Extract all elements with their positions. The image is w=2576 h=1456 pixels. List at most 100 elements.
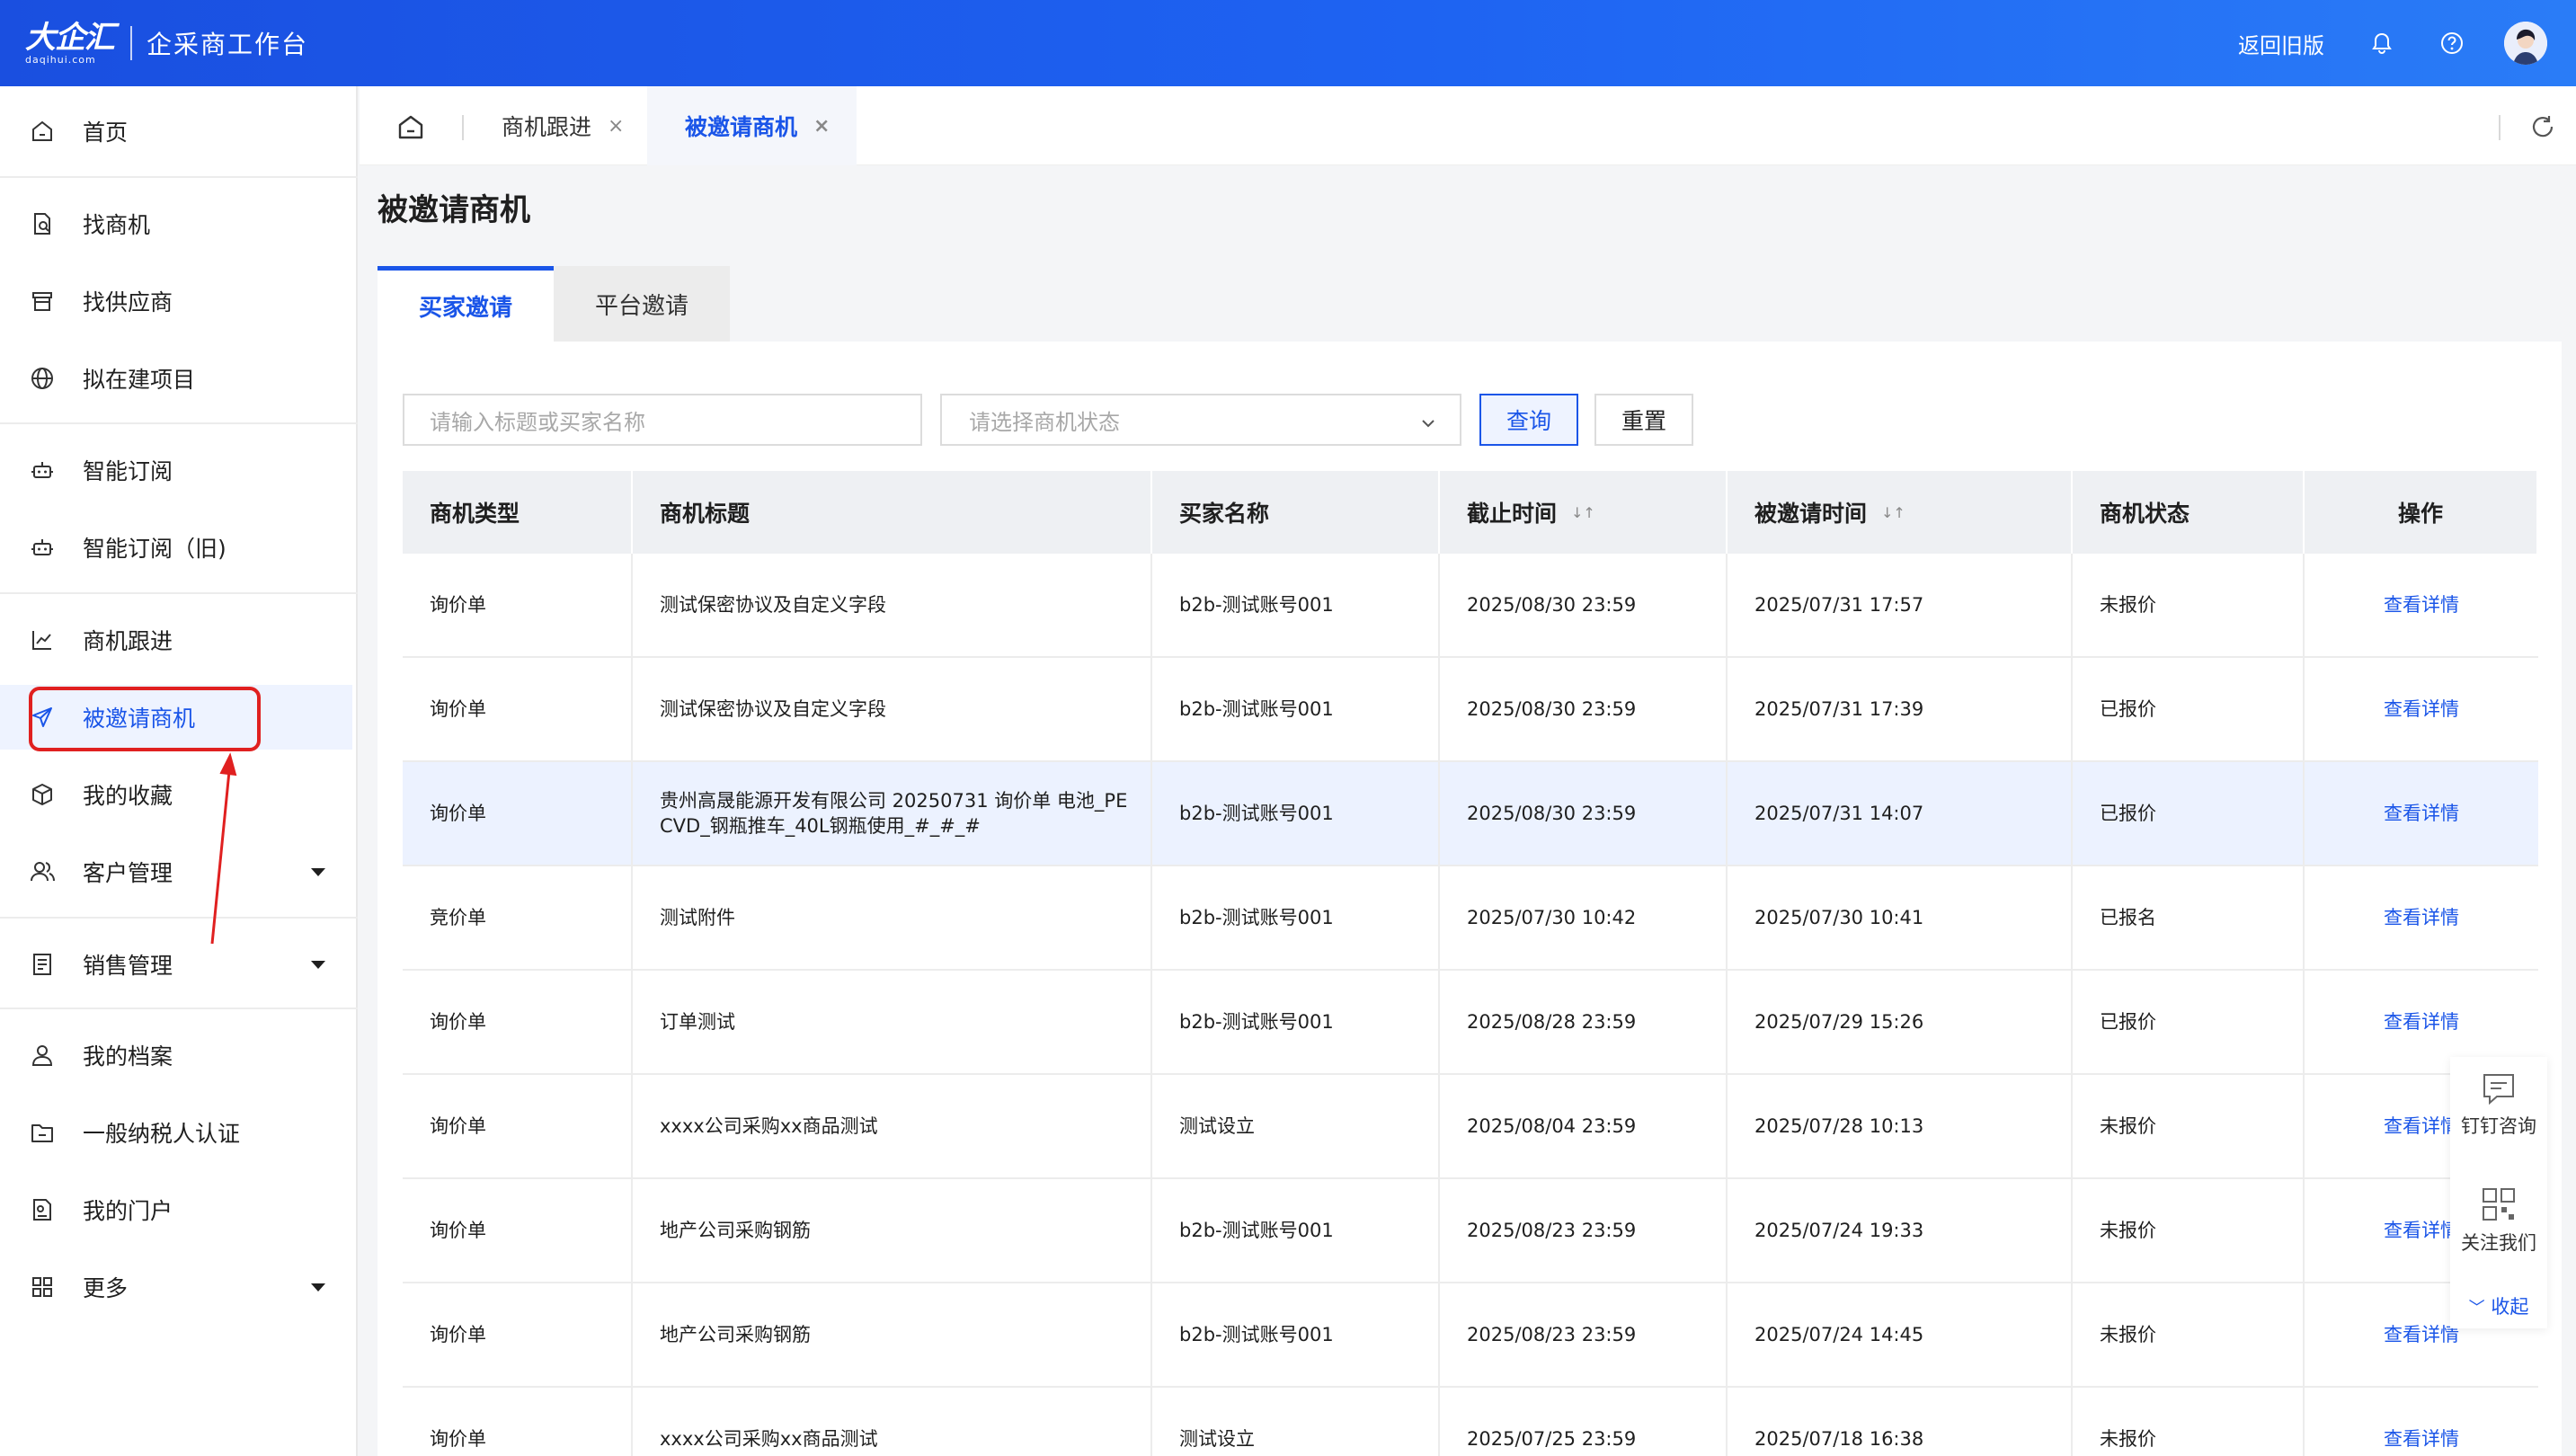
chart-icon (27, 625, 58, 655)
cell-type: 询价单 (403, 1179, 633, 1282)
expand-caret-icon[interactable] (311, 868, 325, 876)
sidebar-item-more[interactable]: 更多 (0, 1255, 352, 1319)
grid-icon (27, 1272, 58, 1302)
folder-icon (27, 1117, 58, 1148)
bell-icon[interactable] (2364, 25, 2400, 61)
cell-invited-time: 2025/07/31 14:07 (1728, 762, 2073, 865)
cell-deadline: 2025/08/23 23:59 (1440, 1179, 1728, 1282)
sidebar-divider (0, 1008, 358, 1009)
expand-caret-icon[interactable] (311, 961, 325, 969)
table-row: 询价单 测试保密协议及自定义字段 b2b-测试账号001 2025/08/30 … (403, 554, 2538, 658)
view-details-link[interactable]: 查看详情 (2305, 658, 2538, 760)
tab-platform-invitation[interactable]: 平台邀请 (554, 266, 730, 342)
cell-deadline: 2025/08/30 23:59 (1440, 554, 1728, 656)
sidebar-item-label: 我的档案 (83, 1043, 173, 1070)
top-header: 大企汇 daqihui.com 企采商工作台 返回旧版 (0, 0, 2576, 86)
view-details-link[interactable]: 查看详情 (2305, 554, 2538, 656)
sidebar-item-find-opportunity[interactable]: 找商机 (0, 191, 352, 256)
logo-main-text: 大企汇 (25, 19, 115, 56)
back-to-old-version-link[interactable]: 返回旧版 (2238, 28, 2324, 59)
doc-search-icon (27, 209, 58, 239)
annotation-highlight-box (29, 687, 261, 751)
sidebar-item-label: 更多 (83, 1275, 129, 1301)
user-avatar[interactable] (2504, 22, 2547, 65)
sort-icon[interactable]: ↓↑ (1571, 504, 1595, 521)
sidebar-item-label: 找商机 (83, 212, 151, 238)
invite-source-tabs: 买家邀请 平台邀请 (378, 266, 730, 342)
sidebar-item-favorites[interactable]: 我的收藏 (0, 762, 352, 827)
page-title: 被邀请商机 (378, 192, 530, 228)
robot-icon (27, 455, 58, 485)
sidebar-item-smart-subscribe[interactable]: 智能订阅 (0, 438, 352, 502)
tab-opportunity-follow[interactable]: 商机跟进 × (466, 86, 647, 165)
sidebar-divider (0, 176, 358, 178)
dingtalk-consult-button[interactable]: 钉钉咨询 (2450, 1071, 2547, 1139)
cell-status: 已报价 (2073, 971, 2305, 1073)
view-details-link[interactable]: 查看详情 (2305, 866, 2538, 969)
cell-status: 已报名 (2073, 866, 2305, 969)
cell-status: 未报价 (2073, 1283, 2305, 1386)
close-icon[interactable]: × (813, 115, 830, 138)
logo-sub-text: daqihui.com (25, 53, 96, 66)
tab-label: 被邀请商机 (685, 114, 798, 140)
cell-title: xxxx公司采购xx商品测试 (633, 1388, 1152, 1456)
tab-buyer-invitation[interactable]: 买家邀请 (378, 266, 554, 342)
table-header: 商机类型 商机标题 买家名称 截止时间 ↓↑ 被邀请时间 ↓↑ 商机状态 操作 (403, 471, 2538, 554)
follow-us-button[interactable]: 关注我们 (2450, 1185, 2547, 1256)
column-header-invited-time[interactable]: 被邀请时间 ↓↑ (1728, 471, 2073, 554)
cell-invited-time: 2025/07/31 17:39 (1728, 658, 2073, 760)
sidebar-item-find-supplier[interactable]: 找供应商 (0, 269, 352, 333)
sort-icon[interactable]: ↓↑ (1881, 504, 1905, 521)
sidebar-item-my-profile[interactable]: 我的档案 (0, 1023, 352, 1088)
title-or-buyer-search-input[interactable]: 请输入标题或买家名称 (403, 394, 922, 446)
cell-buyer: b2b-测试账号001 (1152, 866, 1440, 969)
view-details-link[interactable]: 查看详情 (2305, 1388, 2538, 1456)
table-row: 询价单 贵州高晟能源开发有限公司 20250731 询价单 电池_PECVD_钢… (403, 762, 2538, 866)
close-icon[interactable]: × (608, 115, 624, 138)
sidebar-item-opportunity-follow[interactable]: 商机跟进 (0, 608, 352, 672)
sidebar-item-home[interactable]: 首页 (0, 99, 352, 164)
column-label: 商机标题 (660, 501, 751, 527)
cell-buyer: b2b-测试账号001 (1152, 1283, 1440, 1386)
header-actions: 返回旧版 (2238, 0, 2576, 86)
tab-invited-opportunity[interactable]: 被邀请商机 × (647, 86, 857, 165)
cell-invited-time: 2025/07/24 19:33 (1728, 1179, 2073, 1282)
sidebar-item-taxpayer-certification[interactable]: 一般纳税人认证 (0, 1100, 352, 1165)
refresh-icon[interactable] (2529, 113, 2558, 142)
column-label: 买家名称 (1179, 501, 1270, 527)
sidebar-item-my-portal[interactable]: 我的门户 (0, 1177, 352, 1242)
collapse-label: 收起 (2491, 1296, 2529, 1318)
cell-type: 询价单 (403, 762, 633, 865)
cell-title: 贵州高晟能源开发有限公司 20250731 询价单 电池_PECVD_钢瓶推车_… (633, 762, 1152, 865)
table-row: 询价单 地产公司采购钢筋 b2b-测试账号001 2025/08/23 23:5… (403, 1179, 2538, 1283)
help-icon[interactable] (2434, 25, 2470, 61)
cell-deadline: 2025/07/30 10:42 (1440, 866, 1728, 969)
cell-buyer: 测试设立 (1152, 1388, 1440, 1456)
view-details-link[interactable]: 查看详情 (2305, 762, 2538, 865)
tab-divider (462, 115, 464, 140)
globe-icon (27, 363, 58, 394)
cell-title: xxxx公司采购xx商品测试 (633, 1075, 1152, 1177)
opportunity-status-select[interactable]: 请选择商机状态 (940, 394, 1461, 446)
sidebar-item-smart-subscribe-old[interactable]: 智能订阅（旧) (0, 515, 352, 580)
sidebar-item-customer-management[interactable]: 客户管理 (0, 839, 352, 904)
sidebar-item-label: 一般纳税人认证 (83, 1121, 241, 1147)
home-tab-icon[interactable] (395, 111, 426, 142)
collapse-panel-button[interactable]: ﹀ 收起 (2450, 1292, 2547, 1319)
sidebar-item-label: 我的收藏 (83, 783, 173, 809)
sidebar-divider (0, 917, 358, 919)
cell-buyer: b2b-测试账号001 (1152, 658, 1440, 760)
cell-invited-time: 2025/07/18 16:38 (1728, 1388, 2073, 1456)
cell-type: 询价单 (403, 658, 633, 760)
portal-icon (27, 1194, 58, 1225)
query-button[interactable]: 查询 (1479, 394, 1578, 446)
expand-caret-icon[interactable] (311, 1283, 325, 1292)
logo[interactable]: 大企汇 daqihui.com (25, 19, 115, 66)
sidebar-item-projects[interactable]: 拟在建项目 (0, 346, 352, 411)
column-header-deadline[interactable]: 截止时间 ↓↑ (1440, 471, 1728, 554)
table-row: 询价单 xxxx公司采购xx商品测试 测试设立 2025/08/04 23:59… (403, 1075, 2538, 1179)
sidebar-item-sales-management[interactable]: 销售管理 (0, 932, 352, 997)
column-header: 商机类型 (403, 471, 633, 554)
cell-invited-time: 2025/07/29 15:26 (1728, 971, 2073, 1073)
reset-button[interactable]: 重置 (1594, 394, 1693, 446)
